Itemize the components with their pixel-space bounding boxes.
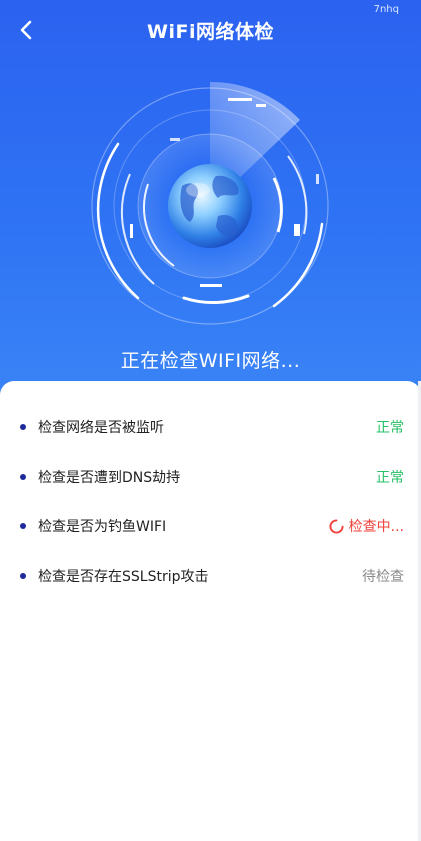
bullet-dot	[20, 523, 26, 529]
bullet-dot	[20, 424, 26, 430]
bullet-dot	[20, 474, 26, 480]
radar-scan-graphic	[91, 81, 329, 325]
check-item-sslstrip: 检查是否存在SSLStrip攻击 待检查	[0, 561, 421, 591]
check-status-ok: 正常	[376, 470, 404, 486]
corner-tag: 7nhq	[373, 4, 399, 15]
check-item-monitoring: 检查网络是否被监听 正常	[0, 412, 421, 442]
check-item-dns: 检查是否遭到DNS劫持 正常	[0, 462, 421, 492]
bullet-dot	[20, 573, 26, 579]
check-item-label: 检查是否遭到DNS劫持	[38, 470, 181, 486]
page-title: WiFi网络体检	[147, 21, 274, 43]
check-item-label: 检查网络是否被监听	[38, 420, 164, 436]
globe-icon	[168, 164, 252, 248]
scan-header-area: 7nhq WiFi网络体检 正在检查WIFI网络...	[0, 0, 421, 420]
check-status-text: 检查中...	[348, 519, 404, 535]
loading-spinner-icon	[329, 518, 344, 533]
check-status-ok: 正常	[376, 420, 404, 436]
check-list-panel: 检查网络是否被监听 正常 检查是否遭到DNS劫持 正常 检查是否为钓鱼WIFI …	[0, 381, 421, 841]
check-item-phishing-wifi: 检查是否为钓鱼WIFI 检查中...	[0, 511, 421, 541]
check-status-checking: 检查中...	[329, 516, 404, 536]
scan-status-text: 正在检查WIFI网络...	[120, 350, 301, 372]
check-item-label: 检查是否存在SSLStrip攻击	[38, 569, 209, 585]
check-item-label: 检查是否为钓鱼WIFI	[38, 519, 167, 535]
check-status-pending: 待检查	[362, 569, 404, 585]
